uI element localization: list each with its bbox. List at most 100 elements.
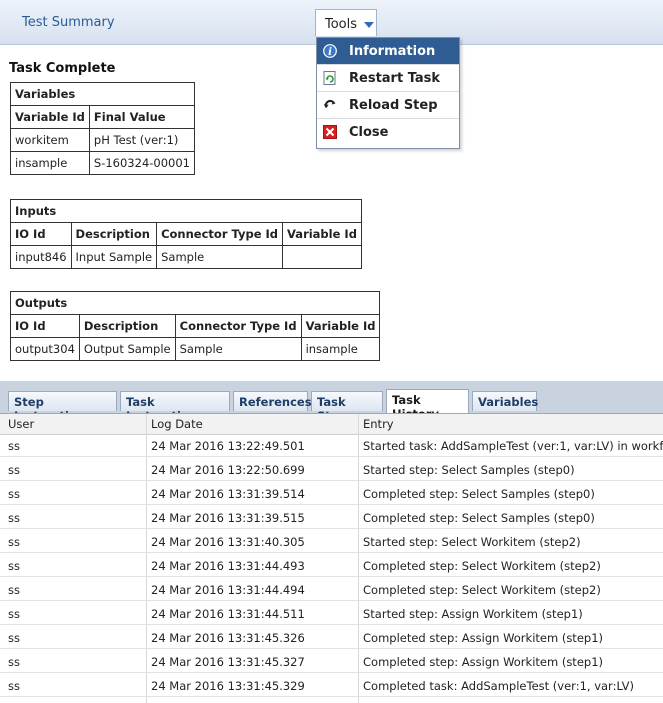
caret-down-icon bbox=[364, 22, 374, 28]
table-cell: 24 Mar 2016 13:31:45.329 bbox=[151, 679, 305, 693]
table-cell: 24 Mar 2016 13:31:44.511 bbox=[151, 607, 305, 621]
table-row[interactable]: ss 24 Mar 2016 13:31:44.494 Completed step… bbox=[0, 578, 663, 601]
table-row[interactable]: ss 24 Mar 2016 13:31:45.326 Completed step… bbox=[0, 626, 663, 649]
column-header: Variable Id bbox=[10, 105, 90, 129]
table-cell: Sample bbox=[174, 337, 302, 361]
tab-bar: Step Instructions Task Instructions Refe… bbox=[0, 389, 663, 423]
column-header-user[interactable]: User bbox=[8, 417, 34, 431]
tools-menu: i Information Restart Task Reload Step C… bbox=[316, 37, 460, 149]
inputs-table: Inputs IO Id Description Connector Type … bbox=[10, 199, 362, 269]
table-cell: ss bbox=[8, 487, 20, 501]
table-cell: Started task: AddSampleTest (ver:1, var:… bbox=[363, 439, 663, 453]
table-row: insample S-160324-00001 bbox=[10, 151, 196, 175]
table-cell: workitem bbox=[10, 128, 90, 152]
table-cell: insample bbox=[10, 151, 90, 175]
menu-item-information[interactable]: i Information bbox=[317, 38, 459, 65]
close-icon bbox=[323, 125, 337, 139]
table-row[interactable]: ss 24 Mar 2016 13:31:44.493 Completed step… bbox=[0, 554, 663, 577]
tab-label: Variables bbox=[478, 395, 539, 409]
info-icon: i bbox=[323, 44, 337, 58]
menu-item-restart-task[interactable]: Restart Task bbox=[317, 65, 459, 92]
table-caption: Variables bbox=[10, 82, 195, 106]
tab-step-instructions[interactable]: Step Instructions bbox=[8, 391, 117, 423]
outputs-table: Outputs IO Id Description Connector Type… bbox=[9, 291, 381, 361]
table-cell: Started step: Select Samples (step0) bbox=[363, 463, 575, 477]
table-cell: ss bbox=[8, 679, 20, 693]
svg-text:i: i bbox=[328, 47, 332, 58]
table-cell: Completed step: Select Samples (step0) bbox=[363, 511, 595, 525]
table-row[interactable]: ss 24 Mar 2016 13:31:39.515 Completed step… bbox=[0, 506, 663, 529]
table-cell: Completed step: Assign Workitem (step1) bbox=[363, 655, 603, 669]
table-cell: Input Sample bbox=[70, 245, 158, 269]
menu-item-label: Information bbox=[349, 44, 436, 59]
column-header: Connector Type Id bbox=[174, 314, 302, 338]
column-header: IO Id bbox=[10, 222, 72, 246]
restart-icon bbox=[323, 71, 336, 85]
table-cell: 24 Mar 2016 13:31:40.305 bbox=[151, 535, 305, 549]
table-cell: S-160324-00001 bbox=[88, 151, 196, 175]
table-cell: Completed step: Assign Workitem (step1) bbox=[363, 631, 603, 645]
table-cell: ss bbox=[8, 463, 20, 477]
table-row[interactable]: ss 24 Mar 2016 13:22:50.699 Started step: … bbox=[0, 458, 663, 481]
table-row[interactable]: ss 24 Mar 2016 13:22:49.501 Started task: … bbox=[0, 434, 663, 457]
detail-panel: Step Instructions Task Instructions Refe… bbox=[0, 381, 663, 703]
column-header-entry[interactable]: Entry bbox=[363, 417, 394, 431]
table-cell: ss bbox=[8, 607, 20, 621]
table-caption: Inputs bbox=[10, 199, 362, 223]
table-cell: ss bbox=[8, 535, 20, 549]
menu-item-label: Close bbox=[349, 125, 389, 140]
menu-item-reload-step[interactable]: Reload Step bbox=[317, 92, 459, 119]
page-title: Test Summary bbox=[22, 15, 115, 30]
column-header: IO Id bbox=[10, 314, 80, 338]
table-row[interactable]: ss 24 Mar 2016 13:31:45.329 Completed task… bbox=[0, 674, 663, 697]
table-cell: insample bbox=[300, 337, 381, 361]
table-row[interactable]: ss 24 Mar 2016 13:31:45.327 Completed step… bbox=[0, 650, 663, 673]
table-cell: Started step: Select Workitem (step2) bbox=[363, 535, 581, 549]
table-row[interactable]: ss 24 Mar 2016 13:31:39.514 Completed step… bbox=[0, 482, 663, 505]
table-cell: 24 Mar 2016 13:31:44.494 bbox=[151, 583, 305, 597]
column-header: Variable Id bbox=[282, 222, 362, 246]
table-cell: ss bbox=[8, 559, 20, 573]
menu-item-label: Restart Task bbox=[349, 71, 441, 86]
column-header-log-date[interactable]: Log Date bbox=[151, 417, 203, 431]
table-cell: pH Test (ver:1) bbox=[88, 128, 196, 152]
menu-item-close[interactable]: Close bbox=[317, 119, 459, 146]
table-cell bbox=[282, 245, 362, 269]
table-cell: ss bbox=[8, 655, 20, 669]
table-row: workitem pH Test (ver:1) bbox=[10, 128, 196, 152]
table-cell: ss bbox=[8, 631, 20, 645]
table-cell: input846 bbox=[10, 245, 72, 269]
column-header: Description bbox=[78, 314, 176, 338]
table-cell: Completed step: Select Samples (step0) bbox=[363, 487, 595, 501]
tab-task-steps[interactable]: Task Steps bbox=[311, 391, 383, 423]
table-cell: 24 Mar 2016 13:31:45.326 bbox=[151, 631, 305, 645]
table-cell: 24 Mar 2016 13:31:39.514 bbox=[151, 487, 305, 501]
table-cell: Completed task: AddSampleTest (ver:1, va… bbox=[363, 679, 634, 693]
tab-task-history[interactable]: Task History bbox=[386, 389, 469, 421]
menu-item-label: Reload Step bbox=[349, 98, 438, 113]
table-cell: 24 Mar 2016 13:22:50.699 bbox=[151, 463, 305, 477]
table-row: output304 Output Sample Sample insample bbox=[10, 337, 381, 361]
tab-label: References bbox=[239, 395, 312, 409]
column-header: Description bbox=[70, 222, 158, 246]
table-row[interactable]: ss 24 Mar 2016 13:31:44.511 Started step: … bbox=[0, 602, 663, 625]
tools-button[interactable]: Tools bbox=[315, 9, 377, 36]
table-row: input846 Input Sample Sample bbox=[10, 245, 362, 269]
tab-task-instructions[interactable]: Task Instructions bbox=[120, 391, 230, 423]
tools-button-label: Tools bbox=[325, 17, 358, 32]
table-cell: Started step: Assign Workitem (step1) bbox=[363, 607, 583, 621]
task-history-grid: User Log Date Entry ss 24 Mar 2016 13:22:… bbox=[0, 413, 663, 703]
column-header: Connector Type Id bbox=[156, 222, 284, 246]
table-cell: ss bbox=[8, 511, 20, 525]
table-cell: 24 Mar 2016 13:22:49.501 bbox=[151, 439, 305, 453]
tab-variables[interactable]: Variables bbox=[472, 391, 539, 411]
variables-table: Variables Variable Id Final Value workit… bbox=[10, 82, 196, 175]
table-row[interactable]: ss 24 Mar 2016 13:31:40.305 Started step: … bbox=[0, 530, 663, 553]
tab-references[interactable]: References bbox=[233, 391, 312, 411]
table-cell: 24 Mar 2016 13:31:44.493 bbox=[151, 559, 305, 573]
reload-icon bbox=[323, 99, 336, 109]
grid-header: User Log Date Entry bbox=[0, 414, 663, 435]
table-cell: Completed step: Select Workitem (step2) bbox=[363, 559, 601, 573]
task-status-title: Task Complete bbox=[9, 61, 116, 76]
column-header: Variable Id bbox=[300, 314, 381, 338]
